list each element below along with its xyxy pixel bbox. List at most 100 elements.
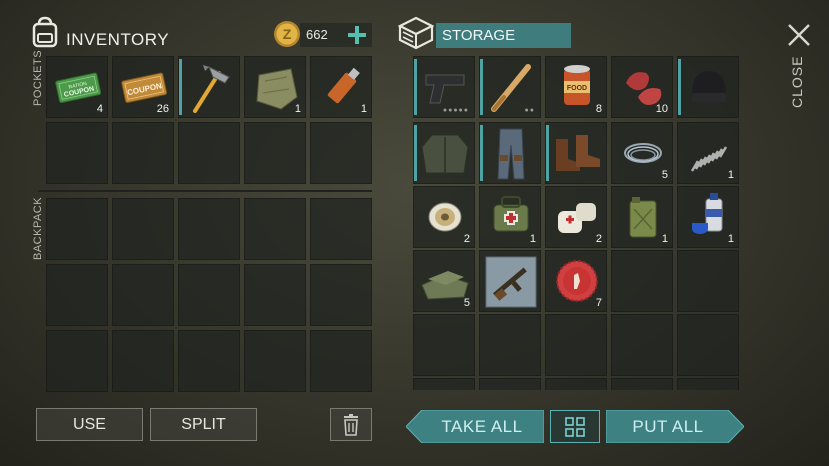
- backpack-icon: [30, 16, 60, 48]
- storage-slot-15[interactable]: 1: [677, 186, 739, 248]
- pocket-slot-7[interactable]: [112, 122, 174, 184]
- pocket-slot-2[interactable]: COUPON 26: [112, 56, 174, 118]
- backpack-slot[interactable]: [178, 264, 240, 326]
- item-count: 1: [529, 233, 536, 245]
- plus-icon: [348, 26, 366, 44]
- storage-slot-20[interactable]: [677, 250, 739, 312]
- svg-text:FOOD: FOOD: [567, 85, 587, 92]
- storage-slot-28[interactable]: [545, 378, 607, 390]
- storage-slot-21[interactable]: [413, 314, 475, 376]
- grid-icon: [565, 416, 585, 437]
- pocket-slot-5[interactable]: 1: [310, 56, 372, 118]
- backpack-slot[interactable]: [178, 198, 240, 260]
- item-count: 1: [727, 169, 734, 181]
- item-count: 1: [727, 233, 734, 245]
- item-count: 2: [463, 233, 470, 245]
- pocket-slot-8[interactable]: [178, 122, 240, 184]
- storage-slot-27[interactable]: [479, 378, 541, 390]
- storage-slot-7[interactable]: [479, 122, 541, 184]
- backpack-slot[interactable]: [310, 198, 372, 260]
- storage-slot-24[interactable]: [611, 314, 673, 376]
- storage-slot-2[interactable]: ●●: [479, 56, 541, 118]
- boots-icon: [556, 135, 600, 171]
- storage-scroll-area-bottom: [413, 378, 739, 390]
- pocket-slot-1[interactable]: RATION COUPON 4: [46, 56, 108, 118]
- backpack-slot[interactable]: [310, 330, 372, 392]
- pockets-label: POCKETS: [32, 49, 44, 106]
- put-all-label: PUT ALL: [632, 416, 704, 436]
- svg-text:Z: Z: [283, 26, 292, 42]
- trash-button[interactable]: [330, 408, 372, 441]
- storage-slot-14[interactable]: 1: [611, 186, 673, 248]
- item-count: 1: [294, 103, 301, 115]
- backpack-slot[interactable]: [46, 264, 108, 326]
- storage-slot-30[interactable]: [677, 378, 739, 390]
- storage-slot-8[interactable]: [545, 122, 607, 184]
- backpack-slot[interactable]: [112, 198, 174, 260]
- storage-slot-3[interactable]: FOOD 8: [545, 56, 607, 118]
- storage-slot-19[interactable]: [611, 250, 673, 312]
- item-count: 1: [661, 233, 668, 245]
- take-all-label: TAKE ALL: [441, 416, 523, 436]
- backpack-slot[interactable]: [112, 264, 174, 326]
- storage-slot-23[interactable]: [545, 314, 607, 376]
- split-button[interactable]: SPLIT: [150, 408, 257, 441]
- storage-slot-13[interactable]: 2: [545, 186, 607, 248]
- storage-slot-10[interactable]: 1: [677, 122, 739, 184]
- storage-slot-12[interactable]: 1: [479, 186, 541, 248]
- hammer-icon: [193, 65, 230, 113]
- item-count: 2: [595, 233, 602, 245]
- backpack-slot[interactable]: [310, 264, 372, 326]
- take-all-button[interactable]: TAKE ALL: [406, 410, 544, 443]
- storage-slot-9[interactable]: 5: [611, 122, 673, 184]
- backpack-slot[interactable]: [244, 330, 306, 392]
- backpack-slot[interactable]: [178, 330, 240, 392]
- item-count: 1: [360, 103, 367, 115]
- item-count: 7: [595, 297, 602, 309]
- storage-box-icon: [397, 16, 435, 50]
- pocket-slot-10[interactable]: [310, 122, 372, 184]
- use-button[interactable]: USE: [36, 408, 143, 441]
- storage-slot-6[interactable]: [413, 122, 475, 184]
- pocket-slot-6[interactable]: [46, 122, 108, 184]
- pockets-divider: [38, 190, 372, 192]
- storage-slot-25[interactable]: [677, 314, 739, 376]
- item-count: 5: [463, 297, 470, 309]
- item-count: 8: [595, 103, 602, 115]
- item-count: 26: [156, 103, 169, 115]
- backpack-slot[interactable]: [112, 330, 174, 392]
- storage-slot-1[interactable]: ●●●●●: [413, 56, 475, 118]
- jeans-icon: [497, 128, 525, 180]
- storage-slot-22[interactable]: [479, 314, 541, 376]
- storage-slot-29[interactable]: [611, 378, 673, 390]
- storage-slot-4[interactable]: 10: [611, 56, 673, 118]
- storage-slot-26[interactable]: [413, 378, 475, 390]
- currency-amount: 662: [306, 27, 328, 42]
- backpack-slot[interactable]: [244, 264, 306, 326]
- backpack-label: BACKPACK: [32, 196, 44, 260]
- sort-grid-button[interactable]: [550, 410, 600, 443]
- close-icon: [788, 24, 810, 46]
- currency-coin-icon: Z: [273, 20, 301, 48]
- item-count: 5: [661, 169, 668, 181]
- item-count: 10: [655, 103, 668, 115]
- durability-dots: ●●: [524, 107, 535, 114]
- inventory-title: INVENTORY: [66, 30, 170, 49]
- pocket-slot-3[interactable]: [178, 56, 240, 118]
- storage-title: STORAGE: [436, 23, 571, 48]
- storage-slot-17[interactable]: [479, 250, 541, 312]
- storage-slot-5[interactable]: [677, 56, 739, 118]
- backpack-slot[interactable]: [46, 330, 108, 392]
- pocket-slot-9[interactable]: [244, 122, 306, 184]
- trash-icon: [344, 413, 358, 436]
- put-all-button[interactable]: PUT ALL: [606, 410, 744, 443]
- storage-slot-11[interactable]: 2: [413, 186, 475, 248]
- close-label: CLOSE: [789, 55, 805, 108]
- add-currency-button[interactable]: [346, 24, 368, 46]
- storage-slot-18[interactable]: 7: [545, 250, 607, 312]
- pocket-slot-4[interactable]: 1: [244, 56, 306, 118]
- backpack-slot[interactable]: [244, 198, 306, 260]
- beanie-hat-icon: [692, 71, 726, 102]
- storage-slot-16[interactable]: 5: [413, 250, 475, 312]
- backpack-slot[interactable]: [46, 198, 108, 260]
